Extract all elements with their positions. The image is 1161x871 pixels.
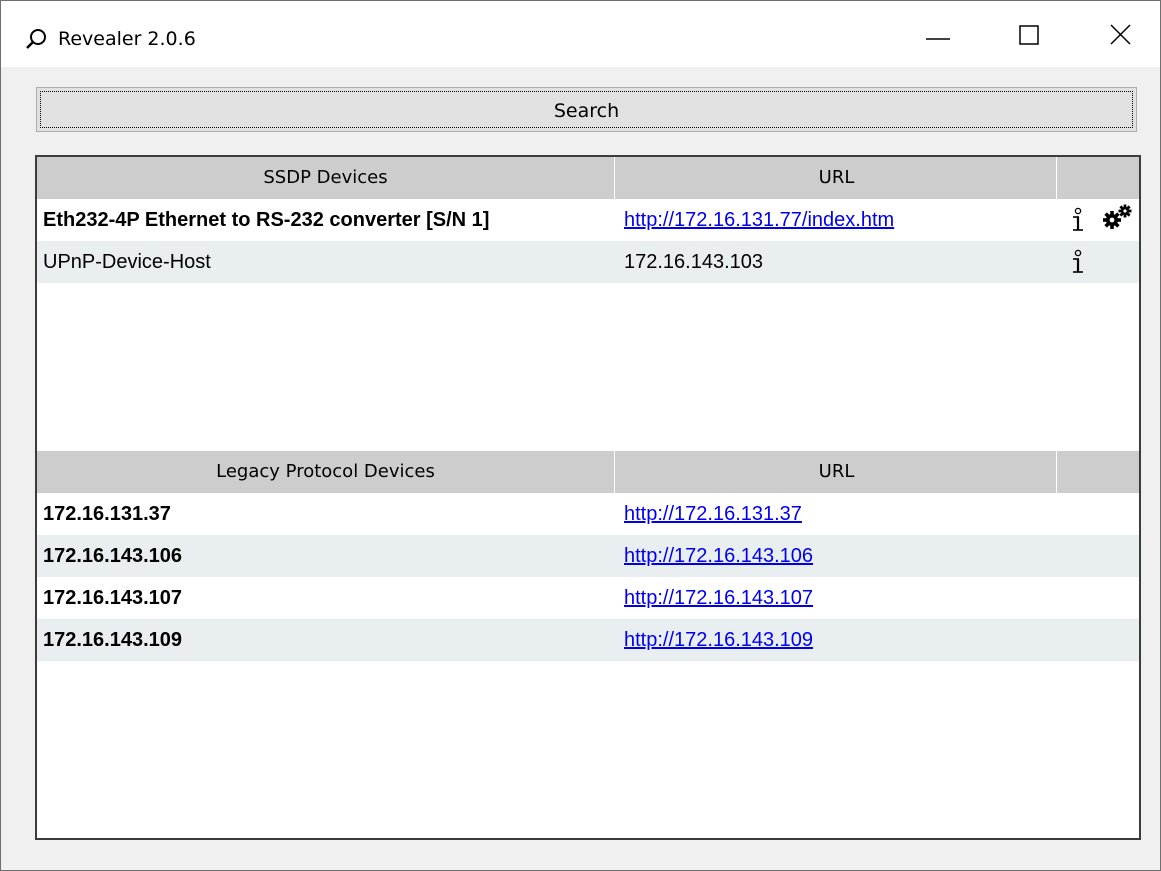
- device-url-link[interactable]: http://172.16.143.106: [624, 535, 1054, 577]
- ssdp-device-row[interactable]: Eth232-4P Ethernet to RS-232 converter […: [37, 199, 1139, 241]
- device-address: 172.16.143.109: [43, 629, 183, 651]
- device-address: 172.16.131.37: [43, 503, 171, 525]
- device-url-link[interactable]: http://172.16.143.109: [624, 619, 1054, 661]
- legacy-device-row[interactable]: 172.16.131.37 http://172.16.131.37: [37, 493, 1139, 535]
- legacy-url-column-header[interactable]: URL: [617, 451, 1057, 493]
- window-title: Revealer 2.0.6: [58, 28, 196, 50]
- search-icon: [25, 27, 49, 51]
- legacy-header: Legacy Protocol Devices URL: [37, 451, 1139, 493]
- legacy-actions-column-header: [1058, 451, 1139, 493]
- ssdp-devices-column-header[interactable]: SSDP Devices: [37, 157, 615, 199]
- info-icon[interactable]: [1070, 207, 1086, 233]
- close-icon: [1110, 24, 1131, 45]
- device-url-link[interactable]: http://172.16.143.107: [624, 577, 1054, 619]
- title-bar[interactable]: Revealer 2.0.6: [1, 1, 1160, 67]
- minimize-icon: [926, 38, 950, 40]
- search-button-label: Search: [553, 100, 620, 122]
- info-icon[interactable]: [1070, 249, 1086, 275]
- device-name: UPnP-Device-Host: [43, 251, 211, 273]
- app-window: Revealer 2.0.6 Search SSDP Devices URL E…: [0, 0, 1161, 871]
- minimize-button[interactable]: [897, 1, 977, 67]
- maximize-icon: [1019, 25, 1039, 45]
- ssdp-actions-column-header: [1058, 157, 1139, 199]
- legacy-device-row[interactable]: 172.16.143.109 http://172.16.143.109: [37, 619, 1139, 661]
- maximize-button[interactable]: [989, 1, 1069, 67]
- device-name: Eth232-4P Ethernet to RS-232 converter […: [43, 209, 490, 231]
- settings-gears-icon[interactable]: [1101, 203, 1135, 231]
- device-address: 172.16.143.106: [43, 545, 183, 567]
- ssdp-url-column-header[interactable]: URL: [617, 157, 1057, 199]
- legacy-devices-column-header[interactable]: Legacy Protocol Devices: [37, 451, 615, 493]
- search-button[interactable]: Search: [36, 87, 1137, 132]
- close-button[interactable]: [1080, 1, 1160, 67]
- device-url-link[interactable]: http://172.16.131.37: [624, 493, 1054, 535]
- devices-list[interactable]: SSDP Devices URL Eth232-4P Ethernet to R…: [35, 155, 1141, 840]
- device-url-link[interactable]: http://172.16.131.77/index.htm: [624, 199, 1054, 241]
- ssdp-header: SSDP Devices URL: [37, 157, 1139, 199]
- legacy-device-row[interactable]: 172.16.143.106 http://172.16.143.106: [37, 535, 1139, 577]
- legacy-device-row[interactable]: 172.16.143.107 http://172.16.143.107: [37, 577, 1139, 619]
- ssdp-device-row[interactable]: UPnP-Device-Host 172.16.143.103: [37, 241, 1139, 283]
- device-address: 172.16.143.107: [43, 587, 183, 609]
- device-url: 172.16.143.103: [624, 251, 764, 273]
